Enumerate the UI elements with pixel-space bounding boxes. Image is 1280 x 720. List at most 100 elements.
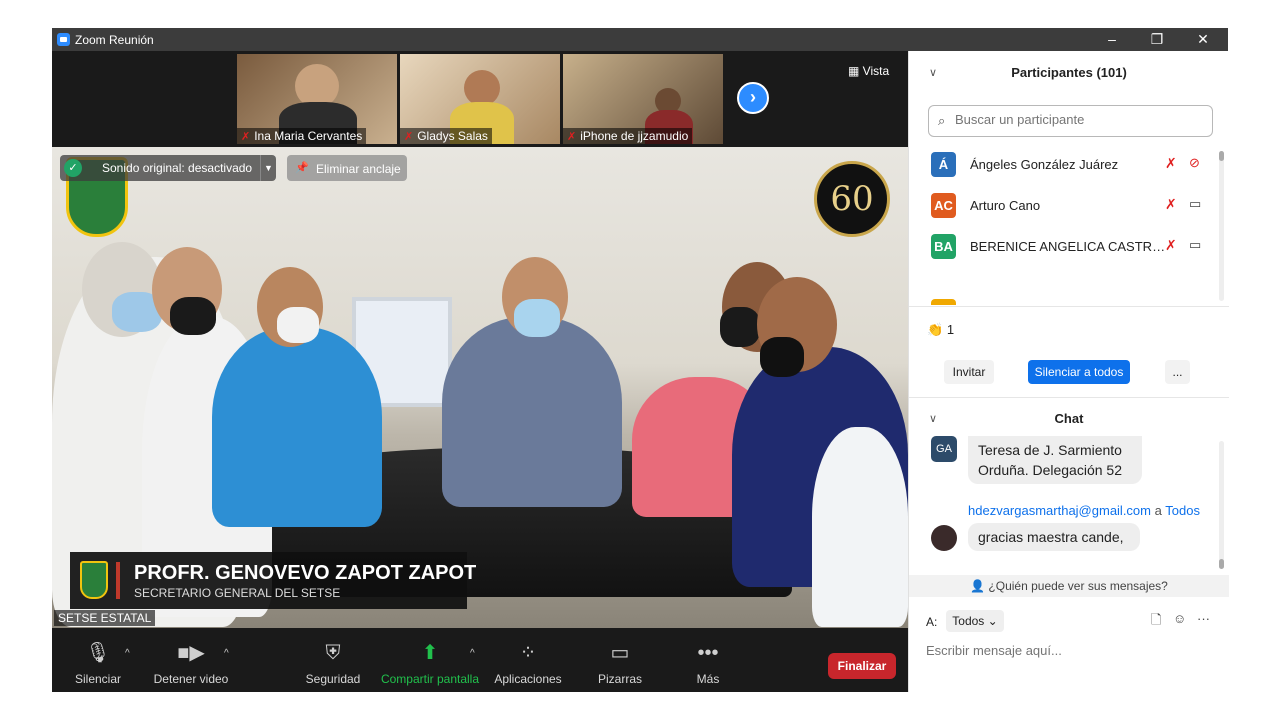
- reaction-count: 1: [946, 322, 955, 337]
- video-camera-icon: ■▶: [177, 642, 205, 664]
- search-icon: ⌕: [938, 113, 946, 128]
- main-speaker-video: 60 ✓ Sonido original: desactivado ▼ 📌 El…: [52, 147, 908, 628]
- chevron-down-icon[interactable]: ▼: [260, 155, 276, 181]
- sidebar-panel: ∨ Participantes (101) ⌕ Á Ángeles Gonzál…: [908, 51, 1229, 692]
- video-camera-icon[interactable]: ▭: [1189, 196, 1201, 212]
- pin-icon: 📌: [295, 162, 309, 174]
- chat-recipient-value: Todos: [952, 614, 985, 628]
- chat-recipient[interactable]: Todos: [1165, 503, 1200, 518]
- participant-thumbnail[interactable]: ✗ Ina Maria Cervantes: [237, 54, 397, 144]
- more-options-icon[interactable]: ···: [1197, 611, 1210, 626]
- chevron-up-icon[interactable]: ^: [470, 648, 475, 659]
- participant-avatar-partial: [931, 299, 956, 305]
- chevron-up-icon[interactable]: ^: [125, 648, 130, 659]
- participant-thumbnail[interactable]: ✗ Gladys Salas: [400, 54, 560, 144]
- zoom-app-icon: [57, 33, 70, 46]
- video-off-icon[interactable]: ⊘: [1189, 155, 1200, 171]
- participant-name: Gladys Salas: [417, 129, 488, 143]
- view-button[interactable]: ▦ Vista: [848, 64, 889, 78]
- lower-third-banner: PROFR. GENOVEVO ZAPOT ZAPOT SECRETARIO G…: [70, 552, 476, 609]
- video-camera-icon[interactable]: ▭: [1189, 237, 1201, 253]
- more-button[interactable]: ••• Más: [688, 640, 728, 686]
- thumbnail-strip: ✗ Ina Maria Cervantes ✗ Gladys Salas ✗ iPho…: [52, 51, 908, 147]
- more-label: Más: [696, 672, 720, 686]
- zoom-window: Zoom Reunión – ❐ ✕ ✗ Ina Maria Cervantes …: [52, 28, 1229, 692]
- participant-name-tag: ✗ iPhone de jjzamudio: [563, 128, 693, 144]
- security-button[interactable]: ⛨ Seguridad: [304, 640, 362, 686]
- stop-video-label: Detener video: [153, 672, 229, 686]
- chat-avatar-photo: [931, 525, 957, 551]
- participant-name-tag: ✗ Ina Maria Cervantes: [237, 128, 367, 144]
- speaker-name-tag: SETSE ESTATAL: [54, 610, 156, 626]
- shield-check-icon: ✓: [64, 159, 82, 177]
- apps-button[interactable]: ⁘ Aplicaciones: [492, 640, 564, 686]
- mic-muted-icon[interactable]: ✗: [1165, 196, 1177, 213]
- scrollbar-thumb[interactable]: [1219, 559, 1224, 569]
- anniversary-number: 60: [830, 179, 874, 219]
- restore-button[interactable]: ❐: [1145, 30, 1169, 48]
- participant-face: [464, 70, 500, 106]
- share-screen-button[interactable]: ⬆ Compartir pantalla: [378, 640, 482, 686]
- mic-muted-icon: ✗: [404, 131, 414, 143]
- face-mask: [514, 299, 560, 337]
- who-can-see-label: ¿Quién puede ver sus mensajes?: [988, 579, 1168, 593]
- chevron-right-icon: ›: [750, 87, 756, 107]
- participant-thumbnail[interactable]: ✗ iPhone de jjzamudio: [563, 54, 723, 144]
- chevron-down-icon[interactable]: ∨: [929, 405, 937, 433]
- scrollbar-thumb[interactable]: [1219, 151, 1224, 161]
- end-meeting-button[interactable]: Finalizar: [828, 653, 896, 679]
- chat-scrollbar[interactable]: [1219, 441, 1224, 569]
- minimize-button[interactable]: –: [1100, 30, 1124, 48]
- whiteboards-button[interactable]: ▭ Pizarras: [594, 640, 646, 686]
- invite-button[interactable]: Invitar: [944, 360, 994, 384]
- close-button[interactable]: ✕: [1191, 30, 1215, 48]
- apps-icon: ⁘: [519, 642, 537, 664]
- participant-row[interactable]: AC Arturo Cano ✗ ▭: [909, 185, 1219, 226]
- grid-view-icon: ▦: [848, 64, 863, 78]
- mic-muted-icon[interactable]: ✗: [1165, 155, 1177, 172]
- mic-muted-icon: ✗: [241, 131, 251, 143]
- chat-message-input[interactable]: [926, 639, 1216, 661]
- participant-row[interactable]: Á Ángeles González Juárez ✗ ⊘: [909, 144, 1219, 185]
- participant-name: BERENICE ANGELICA CASTRO ...: [970, 239, 1170, 254]
- divider: [909, 306, 1229, 307]
- security-label: Seguridad: [305, 672, 361, 686]
- participant-search[interactable]: ⌕: [928, 105, 1213, 137]
- more-dots-icon: •••: [697, 642, 719, 664]
- chat-message-text: Teresa de J. Sarmiento: [978, 442, 1122, 458]
- chat-message-bubble: gracias maestra cande,: [968, 523, 1140, 551]
- chat-message-text: Orduña. Delegación 52: [978, 462, 1122, 478]
- divider: [909, 397, 1229, 398]
- face-mask: [760, 337, 804, 377]
- setse-emblem: [80, 561, 108, 599]
- chat-sender[interactable]: hdezvargasmarthaj@gmail.com: [968, 503, 1151, 518]
- who-can-see-messages[interactable]: 👤 ¿Quién puede ver sus mensajes?: [909, 575, 1229, 597]
- speaker-role: SECRETARIO GENERAL DEL SETSE: [134, 586, 341, 600]
- chevron-up-icon[interactable]: ^: [224, 648, 229, 659]
- participants-more-button[interactable]: ...: [1165, 360, 1190, 384]
- chevron-down-icon[interactable]: ∨: [929, 59, 937, 87]
- participants-scrollbar[interactable]: [1219, 151, 1224, 301]
- participant-name: Ina Maria Cervantes: [254, 129, 363, 143]
- next-page-button[interactable]: ›: [737, 82, 769, 114]
- participant-search-input[interactable]: [955, 112, 1205, 127]
- mute-button[interactable]: 🎙 Silenciar: [74, 640, 122, 686]
- chat-recipient-select[interactable]: Todos ⌄: [946, 610, 1004, 632]
- window-title: Zoom Reunión: [75, 33, 154, 47]
- reaction-counter: 👏 1: [927, 322, 954, 338]
- unpin-button[interactable]: 📌 Eliminar anclaje: [287, 155, 407, 181]
- participant-row[interactable]: BA BERENICE ANGELICA CASTRO ... ✗ ▭: [909, 226, 1219, 267]
- meeting-toolbar: 🎙 Silenciar ^ ■▶ Detener video ^ ⛨ Segur…: [52, 634, 908, 692]
- view-label: Vista: [862, 64, 890, 78]
- emoji-icon[interactable]: ☺: [1173, 611, 1186, 626]
- original-sound-label: Sonido original: desactivado: [102, 161, 253, 175]
- original-sound-toggle[interactable]: ✓ Sonido original: desactivado ▼: [60, 155, 276, 181]
- file-icon[interactable]: 🗋: [1151, 611, 1161, 633]
- stop-video-button[interactable]: ■▶ Detener video: [150, 640, 232, 686]
- person-lock-icon: 👤: [970, 579, 989, 593]
- chat-avatar: GA: [931, 436, 957, 462]
- mute-all-button[interactable]: Silenciar a todos: [1028, 360, 1130, 384]
- share-screen-label: Compartir pantalla: [380, 672, 480, 686]
- title-bar: Zoom Reunión – ❐ ✕: [52, 28, 1228, 51]
- mic-muted-icon[interactable]: ✗: [1165, 237, 1177, 254]
